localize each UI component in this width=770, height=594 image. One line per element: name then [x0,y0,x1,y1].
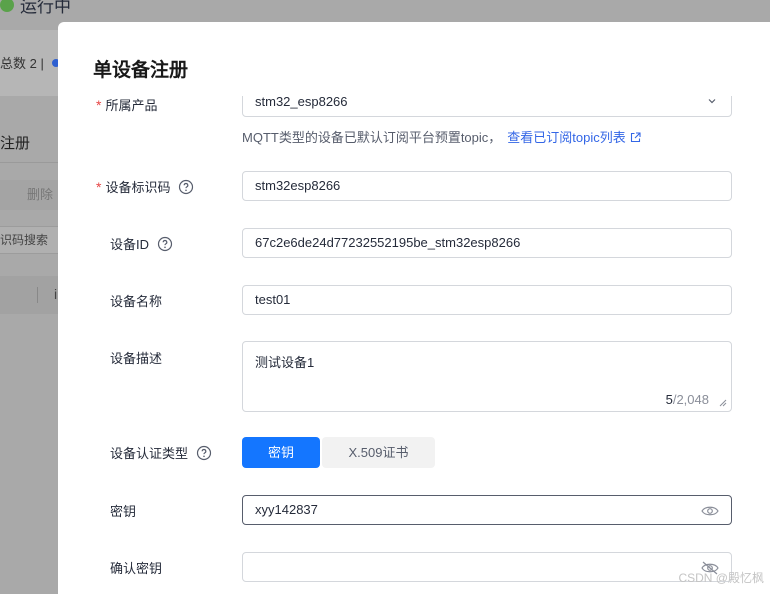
product-select-value: stm32_esp8266 [255,94,348,109]
auth-type-secret-option[interactable]: 密钥 [242,437,320,468]
help-circle-icon[interactable] [178,179,194,195]
confirm-secret-label: 确认密钥 [110,561,163,576]
subscribed-topics-link[interactable]: 查看已订阅topic列表 [507,130,625,145]
secret-label: 密钥 [110,504,137,519]
table-header-cell: i [54,286,58,302]
total-count: 总数 2 | [0,53,60,72]
device-name-value: test01 [255,292,291,307]
secret-value: xyy142837 [255,502,318,517]
device-description-value: 测试设备1 [255,355,315,370]
required-asterisk-icon: * [96,178,102,195]
device-identifier-label: 设备标识码 [105,180,171,195]
watermark: CSDN @殿忆枫 [678,571,764,585]
eye-icon[interactable] [701,504,719,518]
auth-type-label: 设备认证类型 [110,446,189,461]
register-device-dialog: 单设备注册 * 所属产品 stm32_esp8266 MQTT类型的设备已默认订… [58,22,770,594]
auth-type-toggle: 密钥 X.509证书 [242,437,435,468]
register-tab[interactable]: 注册 [0,132,30,153]
product-label: 所属产品 [105,98,158,113]
device-identifier-label-row: * 设备标识码 [96,177,194,196]
secret-input[interactable]: xyy142837 [242,495,732,525]
device-description-label-row: 设备描述 [110,348,162,367]
device-name-label: 设备名称 [110,294,163,309]
column-separator [37,287,38,303]
device-identifier-input[interactable]: stm32esp8266 [242,171,732,201]
auth-type-label-row: 设备认证类型 [110,443,212,462]
device-identifier-value: stm32esp8266 [255,178,341,193]
status-running-icon [0,0,14,12]
character-count-max: /2,048 [672,392,709,407]
device-description-textarea[interactable]: 测试设备1 5/2,048 [242,341,732,412]
secret-label-row: 密钥 [110,501,136,520]
device-id-label-row: 设备ID [110,234,173,253]
dialog-title: 单设备注册 [93,60,189,81]
help-circle-icon[interactable] [196,445,212,461]
chevron-down-icon [708,99,716,104]
help-circle-icon[interactable] [157,236,173,252]
device-id-value: 67c2e6de24d77232552195be_stm32esp8266 [255,235,521,250]
resize-handle-icon[interactable] [718,398,727,407]
device-id-input[interactable]: 67c2e6de24d77232552195be_stm32esp8266 [242,228,732,258]
required-asterisk-icon: * [96,96,102,113]
device-id-label: 设备ID [110,237,150,252]
device-name-input[interactable]: test01 [242,285,732,315]
character-counter: 5/2,048 [666,392,709,407]
topic-hint: MQTT类型的设备已默认订阅平台预置topic， 查看已订阅topic列表 [242,127,641,146]
device-description-label: 设备描述 [110,351,163,366]
confirm-secret-input[interactable] [242,552,732,582]
status-text: 运行中 [20,0,71,16]
character-count-current: 5 [665,392,673,407]
device-name-label-row: 设备名称 [110,291,162,310]
auth-type-x509-option[interactable]: X.509证书 [322,437,435,468]
confirm-secret-label-row: 确认密钥 [110,558,162,577]
total-count-label: 总数 2 | [0,56,44,71]
external-link-icon[interactable] [630,132,641,143]
scroll-clip [58,84,770,96]
topic-hint-text: MQTT类型的设备已默认订阅平台预置topic， [242,130,502,145]
product-label-row: * 所属产品 [96,95,157,114]
status-indicator: 运行中 [0,0,71,17]
